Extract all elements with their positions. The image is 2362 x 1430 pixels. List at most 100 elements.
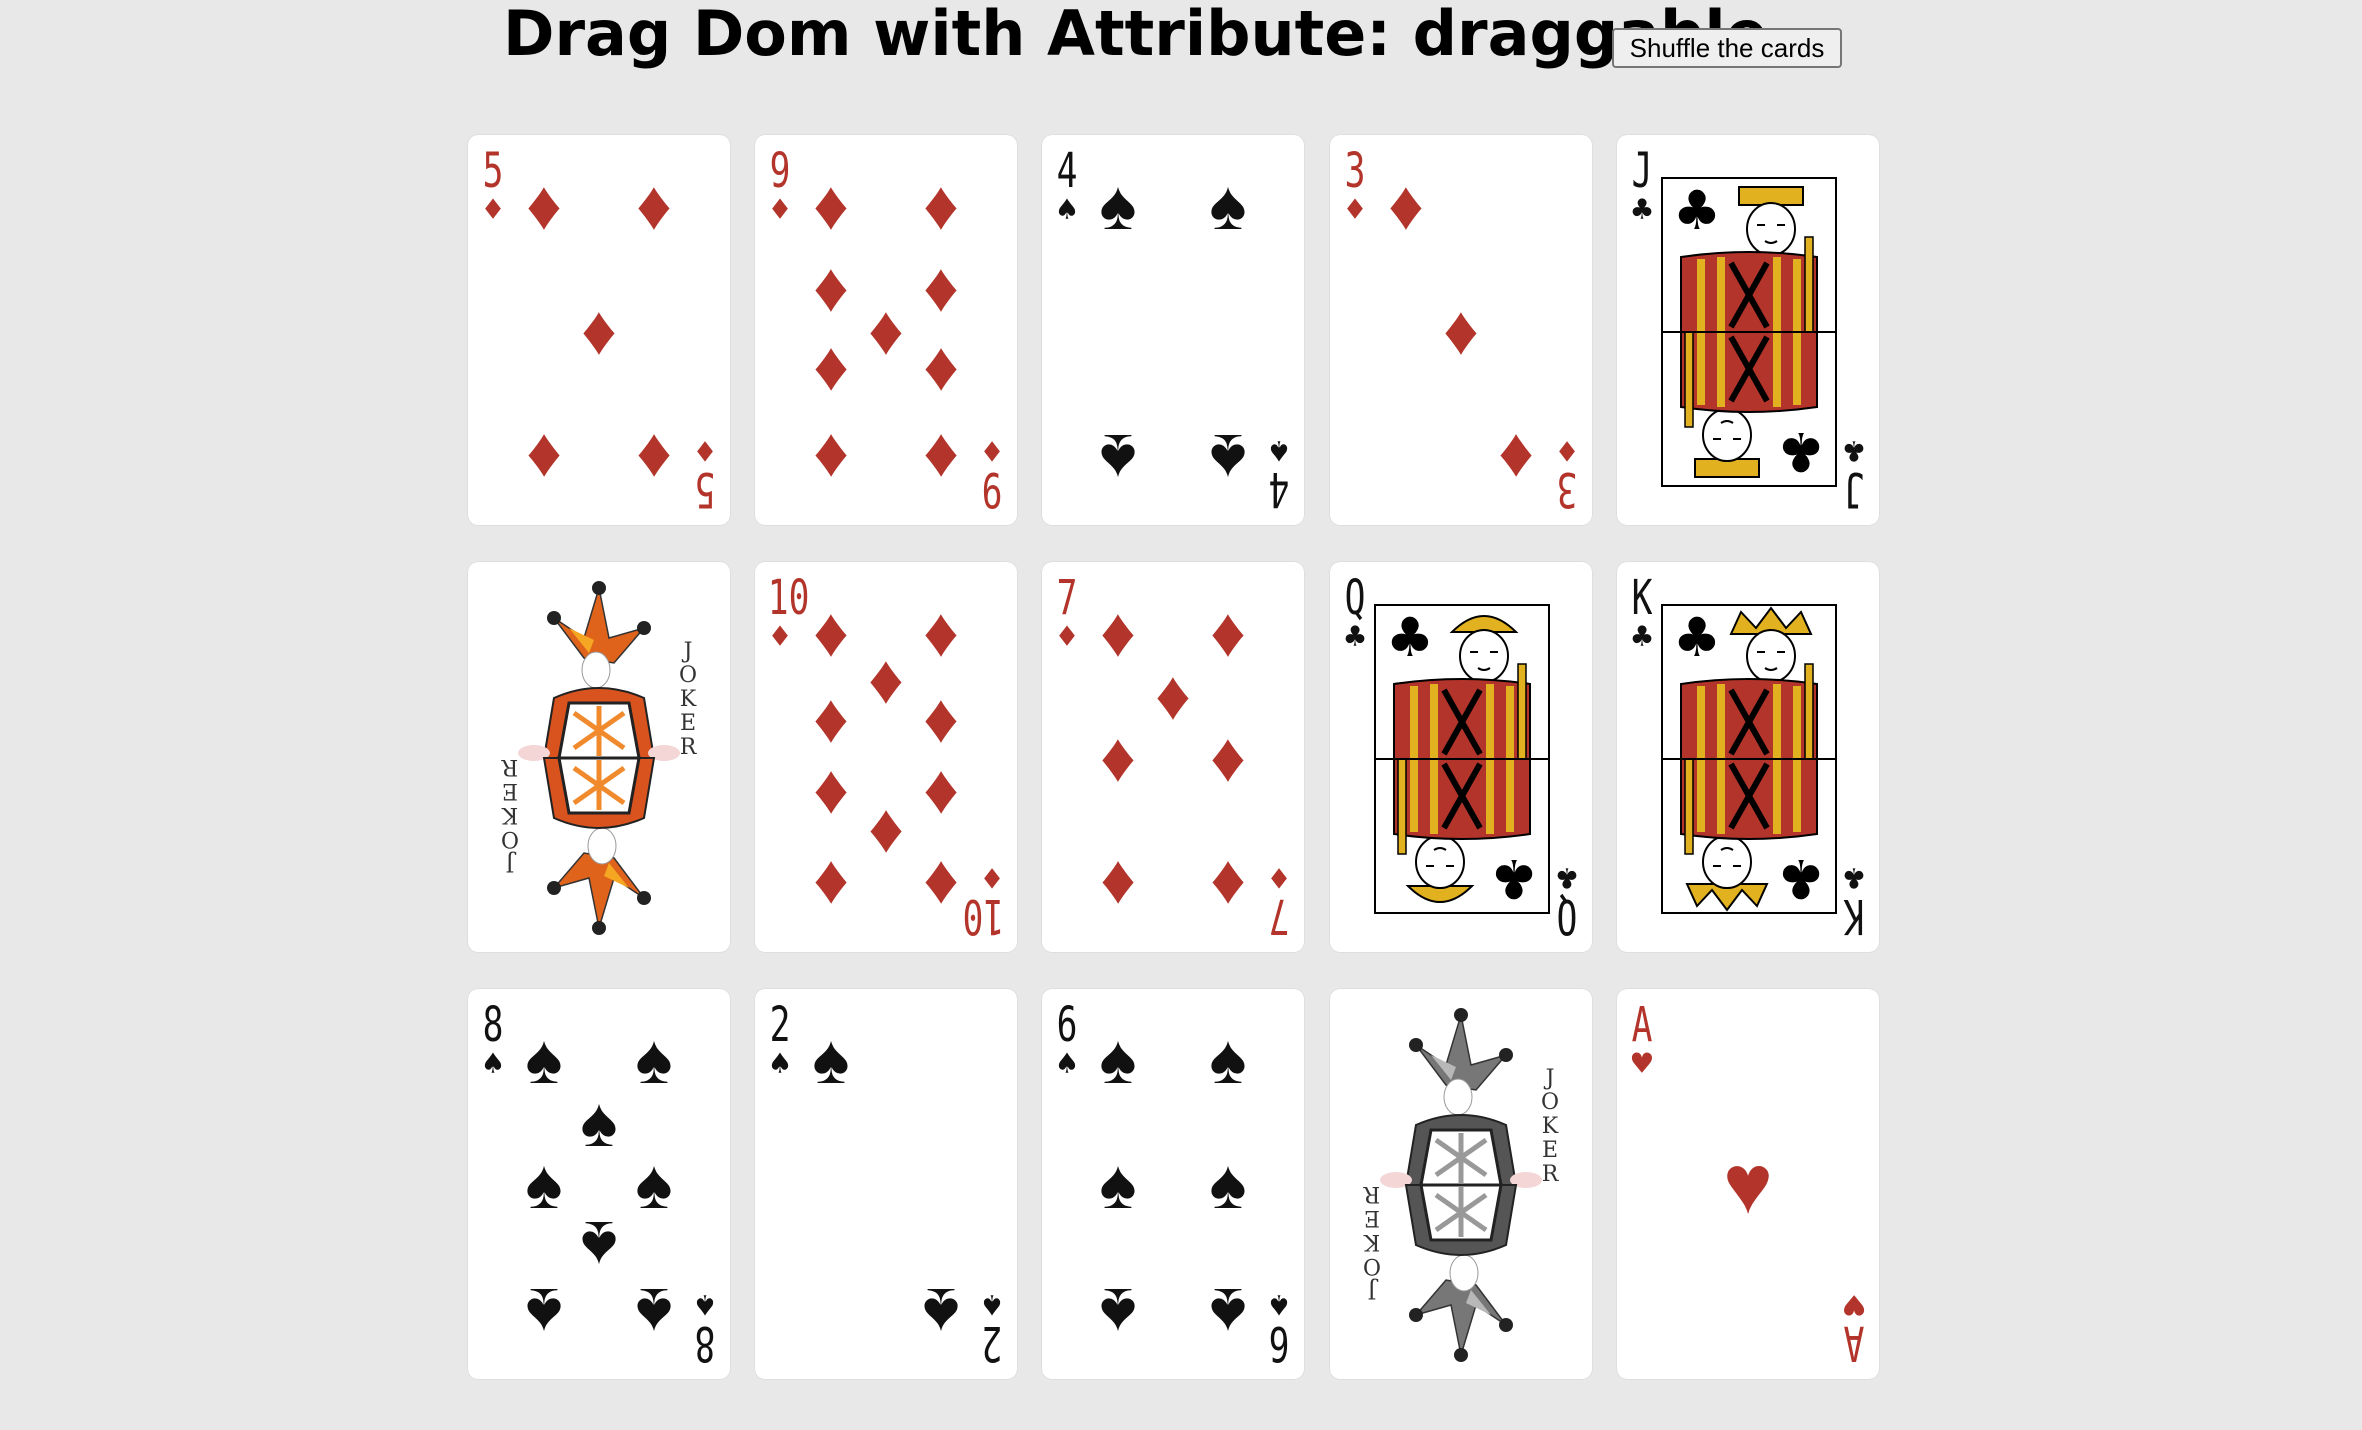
suit-pip-icon: ♦ (1388, 166, 1424, 245)
card-rank: 6 (1268, 1315, 1290, 1371)
suit-pip-icon: ♠ (1209, 1020, 1247, 1099)
card-rank: 5 (482, 143, 504, 199)
suit-pip-icon: ♠ (635, 1145, 673, 1223)
jack-portrait-icon: ♣ ♣ (1661, 177, 1837, 487)
card-corner-tl: 6 ♠ (1050, 1001, 1084, 1081)
card-corner-tl: 10 ♦ (763, 574, 810, 654)
card-rank: A (1843, 1315, 1865, 1371)
card-rank: Q (1556, 888, 1578, 944)
suit-pip-icon: ♦ (636, 419, 672, 498)
svg-text:♣: ♣ (1386, 606, 1434, 669)
playing-card[interactable]: J O K E RJ O K E R (468, 562, 730, 952)
card-corner-br: Q ♣ (1550, 857, 1584, 944)
card-corner-br: K ♣ (1837, 857, 1871, 944)
card-rank: 9 (981, 461, 1003, 517)
card-rank: Q (1344, 570, 1366, 626)
playing-card[interactable]: ♣ ♣ J ♣ J ♣ (1617, 135, 1879, 525)
suit-pip-icon: ♦ (813, 248, 849, 327)
suit-pip-icon: ♠ (1099, 419, 1137, 498)
playing-card[interactable]: 5 ♦ 5 ♦ ♦ ♦ ♦ ♦ ♦ (468, 135, 730, 525)
jester-icon (1376, 1005, 1546, 1365)
card-rank: 8 (694, 1315, 716, 1371)
suit-pip-icon: ♦ (813, 166, 849, 245)
card-rank: J (1631, 143, 1653, 199)
suit-pip-icon: ♦ (923, 166, 959, 245)
suit-pip-icon: ♦ (1100, 593, 1136, 672)
suit-pip-icon: ♦ (813, 333, 849, 412)
svg-text:♣: ♣ (1673, 606, 1721, 669)
suit-pip-icon: ♦ (923, 248, 959, 327)
joker-label: J O K E R (1540, 1066, 1560, 1187)
suit-pip-icon: ♠ (812, 1020, 850, 1099)
joker-label: J O K E R (1362, 1181, 1382, 1302)
suit-pip-icon: ♠ (1209, 166, 1247, 245)
suit-pip-icon: ♠ (525, 1145, 563, 1223)
card-rank: 6 (1056, 997, 1078, 1053)
suit-pip-icon: ♦ (868, 640, 904, 718)
playing-card[interactable]: 2 ♠ 2 ♠ ♠ ♠ (755, 989, 1017, 1379)
card-rank: 7 (1056, 570, 1078, 626)
suit-pip-icon: ♦ (636, 166, 672, 245)
suit-pip-icon: ♦ (868, 291, 904, 369)
card-rank: 2 (769, 997, 791, 1053)
card-corner-tl: 9 ♦ (763, 147, 797, 227)
suit-pip-icon: ♦ (1210, 593, 1246, 672)
card-corner-tl: 2 ♠ (763, 1001, 797, 1081)
card-corner-tl: 8 ♠ (476, 1001, 510, 1081)
playing-card[interactable]: ♣ ♣ Q ♣ Q ♣ (1330, 562, 1592, 952)
suit-pip-icon: ♦ (1443, 291, 1479, 369)
playing-card[interactable]: 9 ♦ 9 ♦ ♦ ♦ ♦ ♦ ♦ ♦ ♦ ♦ ♦ (755, 135, 1017, 525)
playing-card[interactable]: 4 ♠ 4 ♠ ♠ ♠ ♠ ♠ (1042, 135, 1304, 525)
card-corner-br: 5 ♦ (688, 430, 722, 517)
suit-pip-icon: ♦ (1210, 846, 1246, 925)
suit-pip-icon: ♦ (813, 593, 849, 672)
suit-pip-icon: ♦ (526, 419, 562, 498)
king-portrait-icon: ♣ ♣ (1661, 604, 1837, 914)
card-rank: 9 (769, 143, 791, 199)
suit-pip-icon: ♦ (923, 593, 959, 672)
playing-card[interactable]: 6 ♠ 6 ♠ ♠ ♠ ♠ ♠ ♠ ♠ (1042, 989, 1304, 1379)
suit-pip-icon: ♦ (813, 757, 849, 835)
shuffle-button[interactable]: Shuffle the cards (1612, 28, 1842, 68)
card-corner-br: A ♥ (1837, 1284, 1871, 1371)
card-corner-br: 9 ♦ (975, 430, 1009, 517)
suit-pip-icon: ♠ (525, 1020, 563, 1099)
suit-pip-icon: ♥ (1723, 1137, 1773, 1231)
card-corner-tl: A ♥ (1625, 1001, 1659, 1081)
suit-pip-icon: ♦ (813, 419, 849, 498)
playing-card[interactable]: 3 ♦ 3 ♦ ♦ ♦ ♦ (1330, 135, 1592, 525)
joker-label: J O K E R (500, 754, 520, 875)
suit-pip-icon: ♠ (1099, 166, 1137, 245)
playing-card[interactable]: A ♥ A ♥ ♥ (1617, 989, 1879, 1379)
card-corner-tl: 4 ♠ (1050, 147, 1084, 227)
card-corner-tl: Q ♣ (1338, 574, 1372, 654)
suit-pip-icon: ♠ (525, 1273, 563, 1352)
card-corner-tl: K ♣ (1625, 574, 1659, 654)
playing-card[interactable]: ♣ ♣ K ♣ K ♣ (1617, 562, 1879, 952)
svg-text:♣: ♣ (1490, 847, 1538, 910)
card-rank: 7 (1268, 888, 1290, 944)
suit-pip-icon: ♠ (635, 1020, 673, 1099)
suit-pip-icon: ♦ (1155, 655, 1191, 734)
playing-card[interactable]: J O K E RJ O K E R (1330, 989, 1592, 1379)
suit-pip-icon: ♠ (1099, 1020, 1137, 1099)
card-corner-br: 6 ♠ (1262, 1284, 1296, 1371)
suit-pip-icon: ♠ (1099, 1145, 1137, 1223)
card-rank: K (1631, 570, 1653, 626)
suit-pip-icon: ♦ (1100, 718, 1136, 796)
suit-pip-icon: ♦ (868, 796, 904, 874)
suit-pip-icon: ♦ (1100, 846, 1136, 925)
card-corner-br: 8 ♠ (688, 1284, 722, 1371)
suit-pip-icon: ♦ (1210, 718, 1246, 796)
joker-label: J O K E R (678, 639, 698, 760)
svg-text:♣: ♣ (1777, 847, 1825, 910)
card-rank: 4 (1056, 143, 1078, 199)
card-corner-br: 7 ♦ (1262, 857, 1296, 944)
playing-card[interactable]: 7 ♦ 7 ♦ ♦ ♦ ♦ ♦ ♦ ♦ ♦ (1042, 562, 1304, 952)
suit-pip-icon: ♠ (1209, 419, 1247, 498)
svg-text:♣: ♣ (1673, 179, 1721, 242)
suit-pip-icon: ♠ (1209, 1273, 1247, 1352)
playing-card[interactable]: 8 ♠ 8 ♠ ♠ ♠ ♠ ♠ ♠ ♠ ♠ ♠ (468, 989, 730, 1379)
suit-pip-icon: ♦ (923, 419, 959, 498)
playing-card[interactable]: 10 ♦ 10 ♦ ♦ ♦ ♦ ♦ ♦ ♦ ♦ ♦ ♦ ♦ (755, 562, 1017, 952)
